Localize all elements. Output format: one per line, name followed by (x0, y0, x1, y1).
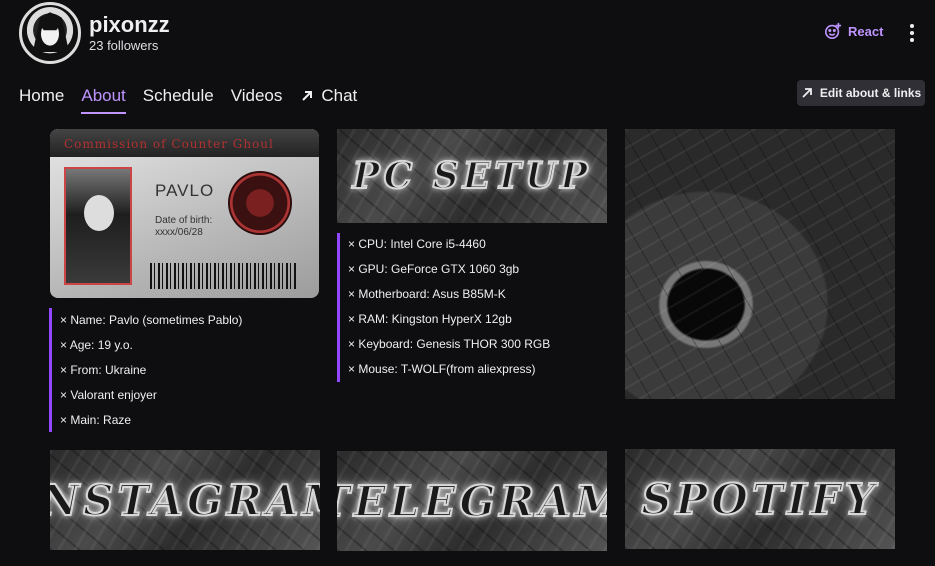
dot-icon (910, 38, 914, 42)
react-button[interactable]: React (824, 22, 883, 40)
more-options-button[interactable] (903, 22, 921, 44)
tab-chat[interactable]: Chat (299, 86, 357, 112)
external-link-arrow-icon (802, 88, 812, 98)
smiley-plus-icon (824, 22, 842, 40)
edit-about-button[interactable]: Edit about & links (797, 80, 925, 106)
list-item: CPU: Intel Core i5-4460 (348, 232, 550, 257)
instagram-banner[interactable]: INSTAGRAM (50, 450, 320, 550)
tab-videos-label: Videos (230, 86, 283, 105)
list-item: Valorant enjoyer (60, 383, 242, 408)
dot-icon (910, 24, 914, 28)
list-item: Motherboard: Asus B85M-K (348, 282, 550, 307)
external-link-arrow-icon (302, 91, 313, 101)
id-card-barcode (150, 263, 298, 289)
panel-accent-line (337, 233, 340, 382)
tab-home[interactable]: Home (19, 86, 64, 112)
spotify-banner-text: SPOTIFY (640, 474, 879, 525)
instagram-banner-text: INSTAGRAM (50, 475, 320, 526)
edit-about-label: Edit about & links (819, 86, 922, 100)
tab-about-label: About (81, 86, 126, 105)
id-card-name: PAVLO (155, 181, 215, 200)
list-item: RAM: Kingston HyperX 12gb (348, 307, 550, 332)
telegram-banner[interactable]: TELEGRAM (337, 451, 607, 551)
list-item: Main: Raze (60, 408, 242, 433)
pc-setup-list: CPU: Intel Core i5-4460 GPU: GeForce GTX… (348, 232, 550, 382)
tab-home-label: Home (19, 86, 65, 105)
list-item: Age: 19 y.o. (60, 333, 242, 358)
pc-setup-banner[interactable]: PC SETUP (337, 129, 607, 223)
list-item: Name: Pavlo (sometimes Pablo) (60, 308, 242, 333)
follower-count: 23 followers (89, 38, 159, 53)
telegram-banner-text: TELEGRAM (337, 476, 607, 527)
id-card-photo (64, 167, 132, 285)
about-list: Name: Pavlo (sometimes Pablo) Age: 19 y.… (60, 308, 243, 433)
dot-icon (910, 31, 914, 35)
tab-schedule-label: Schedule (142, 86, 214, 105)
id-card-seal (228, 171, 292, 235)
id-card-dob: xxxx/06/28 (155, 227, 203, 238)
channel-name[interactable]: pixonzz (89, 12, 170, 38)
tab-chat-label: Chat (321, 86, 358, 105)
tab-schedule[interactable]: Schedule (143, 86, 214, 112)
id-card-panel-image[interactable]: Commission of Counter Ghoul PAVLO Date o… (50, 129, 319, 298)
list-item: Keyboard: Genesis THOR 300 RGB (348, 332, 550, 357)
channel-avatar[interactable] (19, 2, 81, 64)
anime-art-panel-image[interactable] (625, 129, 895, 399)
list-item: From: Ukraine (60, 358, 242, 383)
list-item: Mouse: T-WOLF(from aliexpress) (348, 357, 550, 382)
panel-accent-line (49, 308, 52, 432)
pc-setup-banner-text: PC SETUP (352, 154, 592, 198)
list-item: GPU: GeForce GTX 1060 3gb (348, 257, 550, 282)
tab-about[interactable]: About (81, 86, 127, 114)
tab-videos[interactable]: Videos (231, 86, 283, 112)
id-card-dob-label: Date of birth: (155, 215, 213, 226)
react-label: React (848, 23, 884, 39)
id-card-title: Commission of Counter Ghoul (64, 137, 274, 151)
channel-nav: Home About Schedule Videos Chat (19, 86, 357, 114)
spotify-banner[interactable]: SPOTIFY (625, 449, 895, 549)
